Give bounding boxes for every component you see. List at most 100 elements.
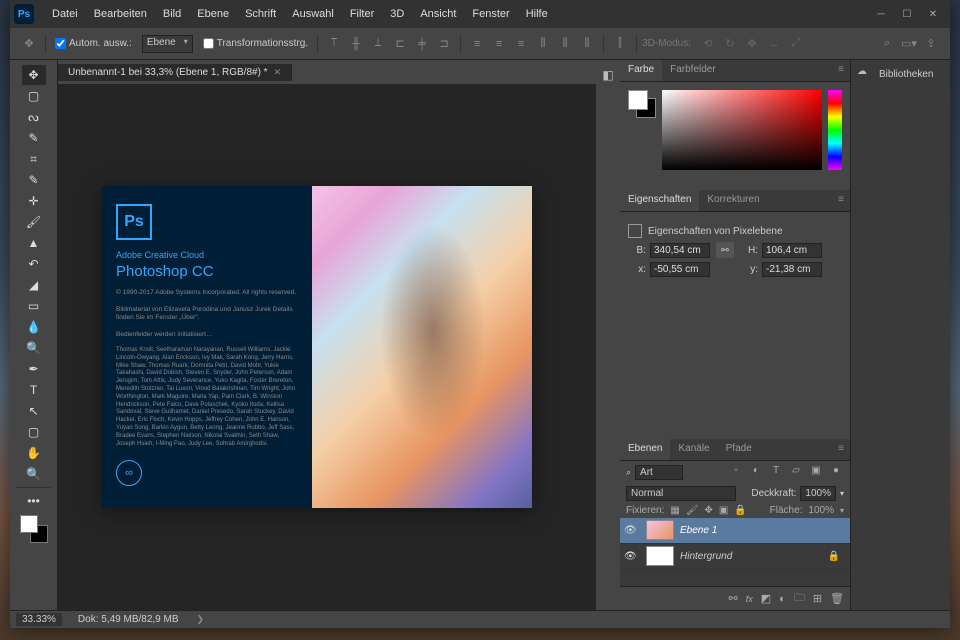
fg-bg-swatch[interactable] [628,90,656,118]
libraries-label[interactable]: Bibliotheken [879,69,933,80]
hand-tool[interactable]: ✋ [22,443,46,463]
lock-artboard-icon[interactable]: ▣ [719,505,728,516]
menu-bearbeiten[interactable]: Bearbeiten [86,8,155,20]
lock-transparent-icon[interactable]: ▦ [670,505,679,516]
stamp-tool[interactable]: ▲ [22,233,46,253]
spot-heal-tool[interactable]: ✛ [22,191,46,211]
distribute-hcenter-icon[interactable]: ⫼ [555,34,575,54]
libraries-icon[interactable]: ☁ [857,66,873,82]
filter-smart-icon[interactable]: ▣ [808,465,824,479]
opacity-value[interactable]: 100% [800,486,836,501]
tab-farbe[interactable]: Farbe [620,60,662,81]
filter-shape-icon[interactable]: ▱ [788,465,804,479]
eyedropper-tool[interactable]: ✎ [22,170,46,190]
canvas[interactable]: Ps Adobe Creative Cloud Photoshop CC © 1… [58,84,596,610]
fill-value[interactable]: 100% [808,505,834,516]
width-input[interactable] [650,243,710,258]
type-tool[interactable]: T [22,380,46,400]
group-icon[interactable]: 🗀 [794,589,805,608]
menu-filter[interactable]: Filter [342,8,382,20]
zoom-level[interactable]: 33.33% [16,613,62,626]
brush-tool[interactable]: 🖌 [22,212,46,232]
auto-select-dropdown[interactable]: Ebene [142,35,193,53]
quick-select-tool[interactable]: ✎ [22,128,46,148]
color-panel-menu-icon[interactable]: ≡ [832,60,850,81]
share-icon[interactable]: ⇪ [921,34,941,54]
align-left-icon[interactable]: ⊏ [390,34,410,54]
align-top-icon[interactable]: ⟙ [324,34,344,54]
tab-eigenschaften[interactable]: Eigenschaften [620,190,699,211]
menu-auswahl[interactable]: Auswahl [284,8,342,20]
document-tab[interactable]: Unbenannt-1 bei 33,3% (Ebene 1, RGB/8#) … [58,64,292,81]
mask-icon[interactable]: ◩ [761,592,771,605]
height-input[interactable] [762,243,822,258]
crop-tool[interactable]: ⌗ [22,149,46,169]
menu-schrift[interactable]: Schrift [237,8,284,20]
layer-filter-dropdown[interactable]: Art [635,465,682,480]
search-icon[interactable]: ⌕ [877,34,897,54]
layer-hintergrund[interactable]: 👁 Hintergrund 🔒 [620,544,850,570]
menu-3d[interactable]: 3D [382,8,412,20]
tab-farbfelder[interactable]: Farbfelder [662,60,724,81]
lock-all-icon[interactable]: 🔒 [734,505,746,516]
pen-tool[interactable]: ✒ [22,359,46,379]
x-input[interactable] [650,262,710,277]
tab-ebenen[interactable]: Ebenen [620,439,670,460]
menu-datei[interactable]: Datei [44,8,86,20]
menu-ansicht[interactable]: Ansicht [412,8,464,20]
blend-mode-dropdown[interactable]: Normal [626,486,736,501]
layers-panel-menu-icon[interactable]: ≡ [832,439,850,460]
layer-ebene1[interactable]: 👁 Ebene 1 [620,518,850,544]
workspace-icon[interactable]: ▭▾ [899,34,919,54]
maximize-button[interactable]: ☐ [894,4,920,24]
visibility-toggle-icon[interactable]: 👁 [624,525,640,536]
hue-slider[interactable] [828,90,842,170]
menu-ebene[interactable]: Ebene [189,8,237,20]
menu-fenster[interactable]: Fenster [464,8,517,20]
filter-pixel-icon[interactable]: ▫ [728,465,744,479]
dodge-tool[interactable]: 🔍 [22,338,46,358]
auto-align-icon[interactable]: ⫿ [610,34,630,54]
distribute-top-icon[interactable]: ≡ [467,34,487,54]
transform-controls-checkbox[interactable]: Transformationsstrg. [203,38,308,49]
filter-type-icon[interactable]: T [768,465,784,479]
gradient-tool[interactable]: ▭ [22,296,46,316]
tab-kanaele[interactable]: Kanäle [670,439,717,460]
filter-toggle-icon[interactable]: ● [828,465,844,479]
filter-adjust-icon[interactable]: ◐ [748,465,764,479]
adjustment-icon[interactable]: ◐ [779,593,786,605]
eraser-tool[interactable]: ◢ [22,275,46,295]
minimize-button[interactable]: ─ [868,4,894,24]
distribute-right-icon[interactable]: ⫼ [577,34,597,54]
path-select-tool[interactable]: ↖ [22,401,46,421]
doc-size[interactable]: Dok: 5,49 MB/82,9 MB [78,614,179,625]
shape-tool[interactable]: ▢ [22,422,46,442]
marquee-tool[interactable]: ▢ [22,86,46,106]
lock-image-icon[interactable]: 🖌 [686,505,699,516]
menu-bild[interactable]: Bild [155,8,189,20]
color-swatch[interactable] [20,515,48,543]
link-layers-icon[interactable]: ⚯ [729,592,738,605]
delete-layer-icon[interactable]: 🗑 [830,592,844,605]
menu-hilfe[interactable]: Hilfe [518,8,556,20]
auto-select-checkbox[interactable]: Autom. ausw.: [55,38,132,49]
align-vcenter-icon[interactable]: ╫ [346,34,366,54]
align-bottom-icon[interactable]: ⟘ [368,34,388,54]
new-layer-icon[interactable]: ⊞ [813,592,822,605]
fx-icon[interactable]: fx [746,593,753,605]
color-picker[interactable] [662,90,822,170]
tab-pfade[interactable]: Pfade [718,439,760,460]
tab-korrekturen[interactable]: Korrekturen [699,190,767,211]
visibility-toggle-icon[interactable]: 👁 [624,551,640,562]
distribute-bottom-icon[interactable]: ≡ [511,34,531,54]
history-panel-icon[interactable]: ◧ [599,66,617,84]
close-tab-icon[interactable]: ✕ [274,67,282,78]
distribute-vcenter-icon[interactable]: ≡ [489,34,509,54]
status-chevron-icon[interactable]: ❯ [197,614,205,625]
edit-toolbar[interactable]: ••• [22,491,46,511]
history-brush-tool[interactable]: ↶ [22,254,46,274]
align-right-icon[interactable]: ⊐ [434,34,454,54]
close-button[interactable]: ✕ [920,4,946,24]
align-hcenter-icon[interactable]: ╪ [412,34,432,54]
link-wh-icon[interactable]: ⚯ [716,242,734,258]
